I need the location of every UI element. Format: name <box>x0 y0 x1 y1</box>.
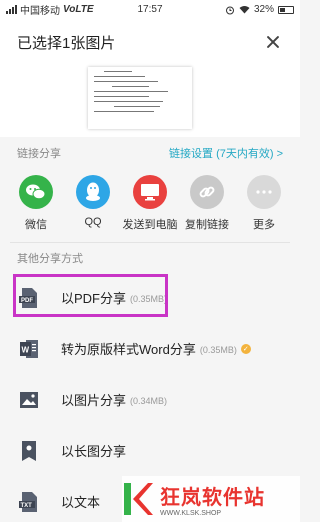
watermark-main: 狂岚软件站 <box>160 487 265 509</box>
share-pdf-size: (0.35MB) <box>130 293 168 304</box>
copy-link-button[interactable]: 复制链接 <box>179 169 235 239</box>
share-long-image-label: 以长图分享 <box>61 444 127 459</box>
watermark-text: 狂岚软件站 WWW.KLSK.SHOP <box>160 481 265 517</box>
share-image-label: 以图片分享 <box>61 393 127 408</box>
wifi-icon <box>239 6 250 14</box>
share-wechat-label: 微信 <box>25 219 47 231</box>
battery-percent: 32% <box>253 4 274 15</box>
share-qq-button[interactable]: QQ <box>65 169 121 239</box>
share-text-label: 以文本 <box>61 495 101 510</box>
pdf-icon: PDF <box>17 286 41 310</box>
preview-area <box>0 65 300 137</box>
sheet-header: 已选择1张图片 <box>0 19 300 65</box>
share-pdf-option[interactable]: PDF 以PDF分享 (0.35MB) <box>0 272 300 323</box>
link-icon <box>190 175 224 209</box>
more-label: 更多 <box>253 219 275 231</box>
image-icon <box>17 388 41 412</box>
share-image-option[interactable]: 以图片分享 (0.34MB) <box>0 374 300 425</box>
share-image-size: (0.34MB) <box>130 395 168 406</box>
status-right: 32% <box>225 4 294 15</box>
share-long-image-option[interactable]: 以长图分享 <box>0 425 300 476</box>
link-share-header: 链接分享 链接设置 (7天内有效) > <box>0 137 300 169</box>
link-share-row: 微信 QQ 发送到电脑 复制链接 更多 <box>0 169 300 239</box>
watermark-sub: WWW.KLSK.SHOP <box>160 510 222 517</box>
share-computer-label: 发送到电脑 <box>122 219 178 231</box>
network-type: VoLTE <box>63 4 94 15</box>
share-qq-label: QQ <box>84 216 102 228</box>
status-bar: 中国移动 VoLTE 17:57 32% <box>0 0 300 19</box>
link-setting-button[interactable]: 链接设置 (7天内有效) > <box>169 145 283 161</box>
long-image-icon <box>17 439 41 463</box>
qq-icon <box>76 175 110 209</box>
share-word-option[interactable]: W 转为原版样式Word分享 (0.35MB) ✓ <box>0 323 300 374</box>
status-left: 中国移动 VoLTE <box>6 2 94 17</box>
svg-text:TXT: TXT <box>21 503 33 509</box>
signal-icon <box>6 5 17 14</box>
alarm-icon <box>225 6 234 14</box>
watermark: 狂岚软件站 WWW.KLSK.SHOP <box>122 476 300 522</box>
close-icon[interactable] <box>263 32 283 52</box>
share-computer-button[interactable]: 发送到电脑 <box>122 169 178 239</box>
share-word-size: (0.35MB) <box>199 344 237 355</box>
more-button[interactable]: 更多 <box>236 169 292 239</box>
sheet-title: 已选择1张图片 <box>17 34 116 52</box>
share-pdf-label: 以PDF分享 <box>61 291 127 306</box>
txt-icon: TXT <box>17 490 41 514</box>
vip-badge-icon: ✓ <box>240 343 251 354</box>
word-icon: W <box>17 337 41 361</box>
document-thumbnail <box>88 67 192 129</box>
other-share-header: 其他分享方式 <box>0 243 300 272</box>
svg-text:PDF: PDF <box>21 298 33 304</box>
other-share-heading: 其他分享方式 <box>17 252 83 265</box>
battery-icon <box>278 5 294 14</box>
computer-icon <box>133 175 167 209</box>
carrier-name: 中国移动 <box>20 6 60 17</box>
link-share-heading: 链接分享 <box>17 148 61 160</box>
more-icon <box>247 175 281 209</box>
share-word-label: 转为原版样式Word分享 <box>61 342 196 357</box>
wechat-icon <box>19 175 53 209</box>
copy-link-label: 复制链接 <box>185 219 229 231</box>
svg-text:W: W <box>22 345 30 354</box>
share-wechat-button[interactable]: 微信 <box>8 169 64 239</box>
watermark-logo <box>124 483 153 515</box>
